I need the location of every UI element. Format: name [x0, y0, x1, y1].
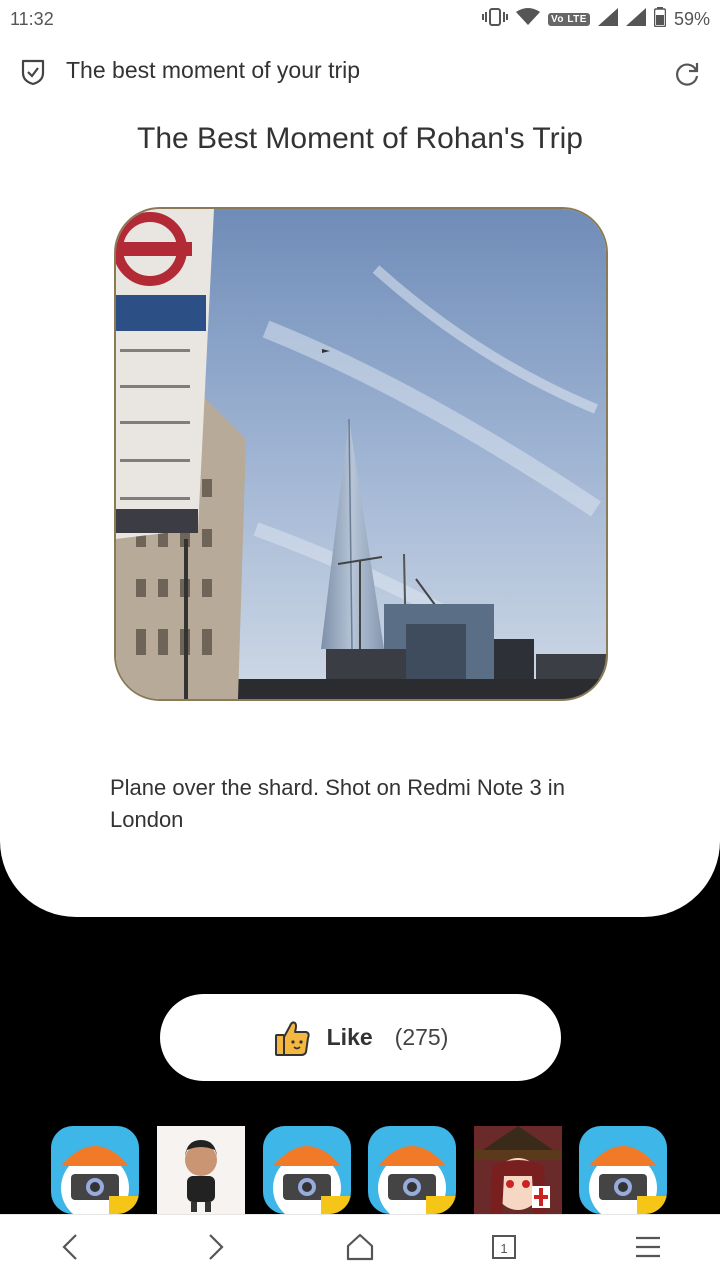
battery-level: 59% [673, 8, 710, 29]
back-icon[interactable] [54, 1229, 90, 1265]
menu-icon[interactable] [630, 1229, 666, 1265]
liker-avatars [0, 1126, 720, 1214]
forward-icon[interactable] [198, 1229, 234, 1265]
camera-mascot-avatar[interactable] [368, 1126, 456, 1214]
trip-photo [114, 207, 608, 701]
status-bar: 11:32 Vo LTE 59% [0, 0, 720, 38]
vibrate-icon [482, 7, 508, 31]
title-bar: The best moment of your trip [0, 48, 720, 96]
battery-icon [653, 6, 667, 32]
signal-icon-2 [625, 7, 646, 31]
home-icon[interactable] [342, 1229, 378, 1265]
bottom-nav: 1 [0, 1214, 720, 1280]
status-time: 11:32 [10, 8, 54, 29]
camera-mascot-avatar[interactable] [263, 1126, 351, 1214]
tab-count: 1 [500, 1241, 507, 1256]
camera-mascot-avatar[interactable] [51, 1126, 139, 1214]
anime-avatar[interactable] [474, 1126, 562, 1214]
person-avatar[interactable] [157, 1126, 245, 1214]
reload-icon[interactable] [672, 58, 702, 88]
thumbs-up-icon [273, 1018, 313, 1058]
volte-badge: Vo LTE [548, 12, 590, 26]
like-label: Like [326, 1024, 373, 1050]
like-button[interactable]: Like (275) [160, 994, 561, 1081]
camera-mascot-avatar[interactable] [579, 1126, 667, 1214]
tabs-button[interactable]: 1 [486, 1229, 522, 1265]
wifi-icon [516, 7, 540, 31]
like-count: (275) [394, 1024, 449, 1050]
signal-icon [597, 7, 618, 31]
page-heading: The Best Moment of Rohan's Trip [137, 122, 583, 155]
shield-check-icon[interactable] [20, 58, 46, 86]
page-title: The best moment of your trip [66, 57, 361, 83]
photo-caption: Plane over the shard. Shot on Redmi Note… [110, 775, 565, 832]
